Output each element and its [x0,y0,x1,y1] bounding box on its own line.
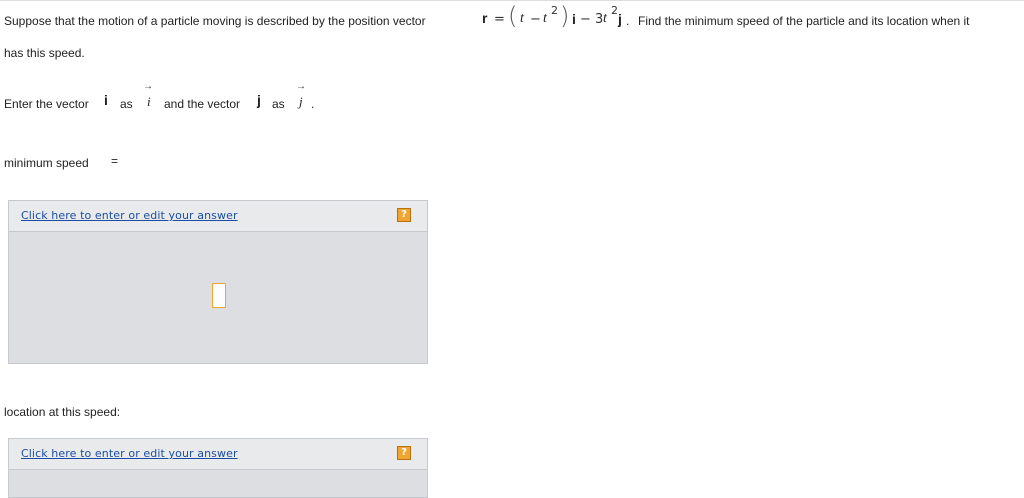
instruction-j-italic: j [299,94,303,109]
second-term-t: t [603,11,607,26]
j-arrow-icon: → [296,81,306,92]
close-paren: ) [560,2,570,30]
minimum-speed-label: minimum speed [4,156,89,170]
minimum-speed-equals: = [111,154,119,168]
instruction-j-bold: j [257,92,261,108]
open-paren: ( [508,2,518,30]
instruction-as-1: as [120,97,133,111]
help-icon[interactable]: ? [397,446,411,460]
expr-t: t [520,11,524,26]
answer-input-cursor[interactable] [212,283,226,308]
instruction-period: . [311,97,315,111]
second-term-minus: − 3 [580,12,604,27]
minimum-speed-answer-box[interactable]: Click here to enter or edit your answer … [8,200,428,364]
instruction-as-2: as [272,97,285,111]
answer-box-header: Click here to enter or edit your answer … [9,439,427,470]
second-term-exponent: 2 [611,4,618,17]
expr-exponent: 2 [551,4,558,17]
location-answer-box[interactable]: Click here to enter or edit your answer … [8,438,428,498]
position-vector-symbol: r [482,10,488,26]
expr-minus: − [530,12,541,27]
top-divider [0,0,1024,1]
help-icon[interactable]: ? [397,208,411,222]
edit-answer-link[interactable]: Click here to enter or edit your answer [21,447,238,460]
instruction-enter-vector: Enter the vector [4,97,89,111]
i-arrow-icon: → [143,81,153,92]
instruction-and-the-vector: and the vector [164,97,241,111]
vector-period: . [626,14,630,28]
edit-answer-link[interactable]: Click here to enter or edit your answer [21,209,238,222]
instruction-i-italic: i [147,94,151,109]
problem-find-text: Find the minimum speed of the particle a… [638,14,970,28]
j-unit-vector: j [618,11,622,27]
problem-intro-text: Suppose that the motion of a particle mo… [4,14,426,28]
location-label: location at this speed: [4,405,121,419]
problem-line2-text: has this speed. [4,46,85,60]
expr-t-squared-base: t [543,11,547,26]
answer-box-header: Click here to enter or edit your answer … [9,201,427,232]
equals-sign: = [494,12,505,27]
instruction-i-bold: i [104,92,108,108]
i-unit-vector: i [572,11,576,27]
